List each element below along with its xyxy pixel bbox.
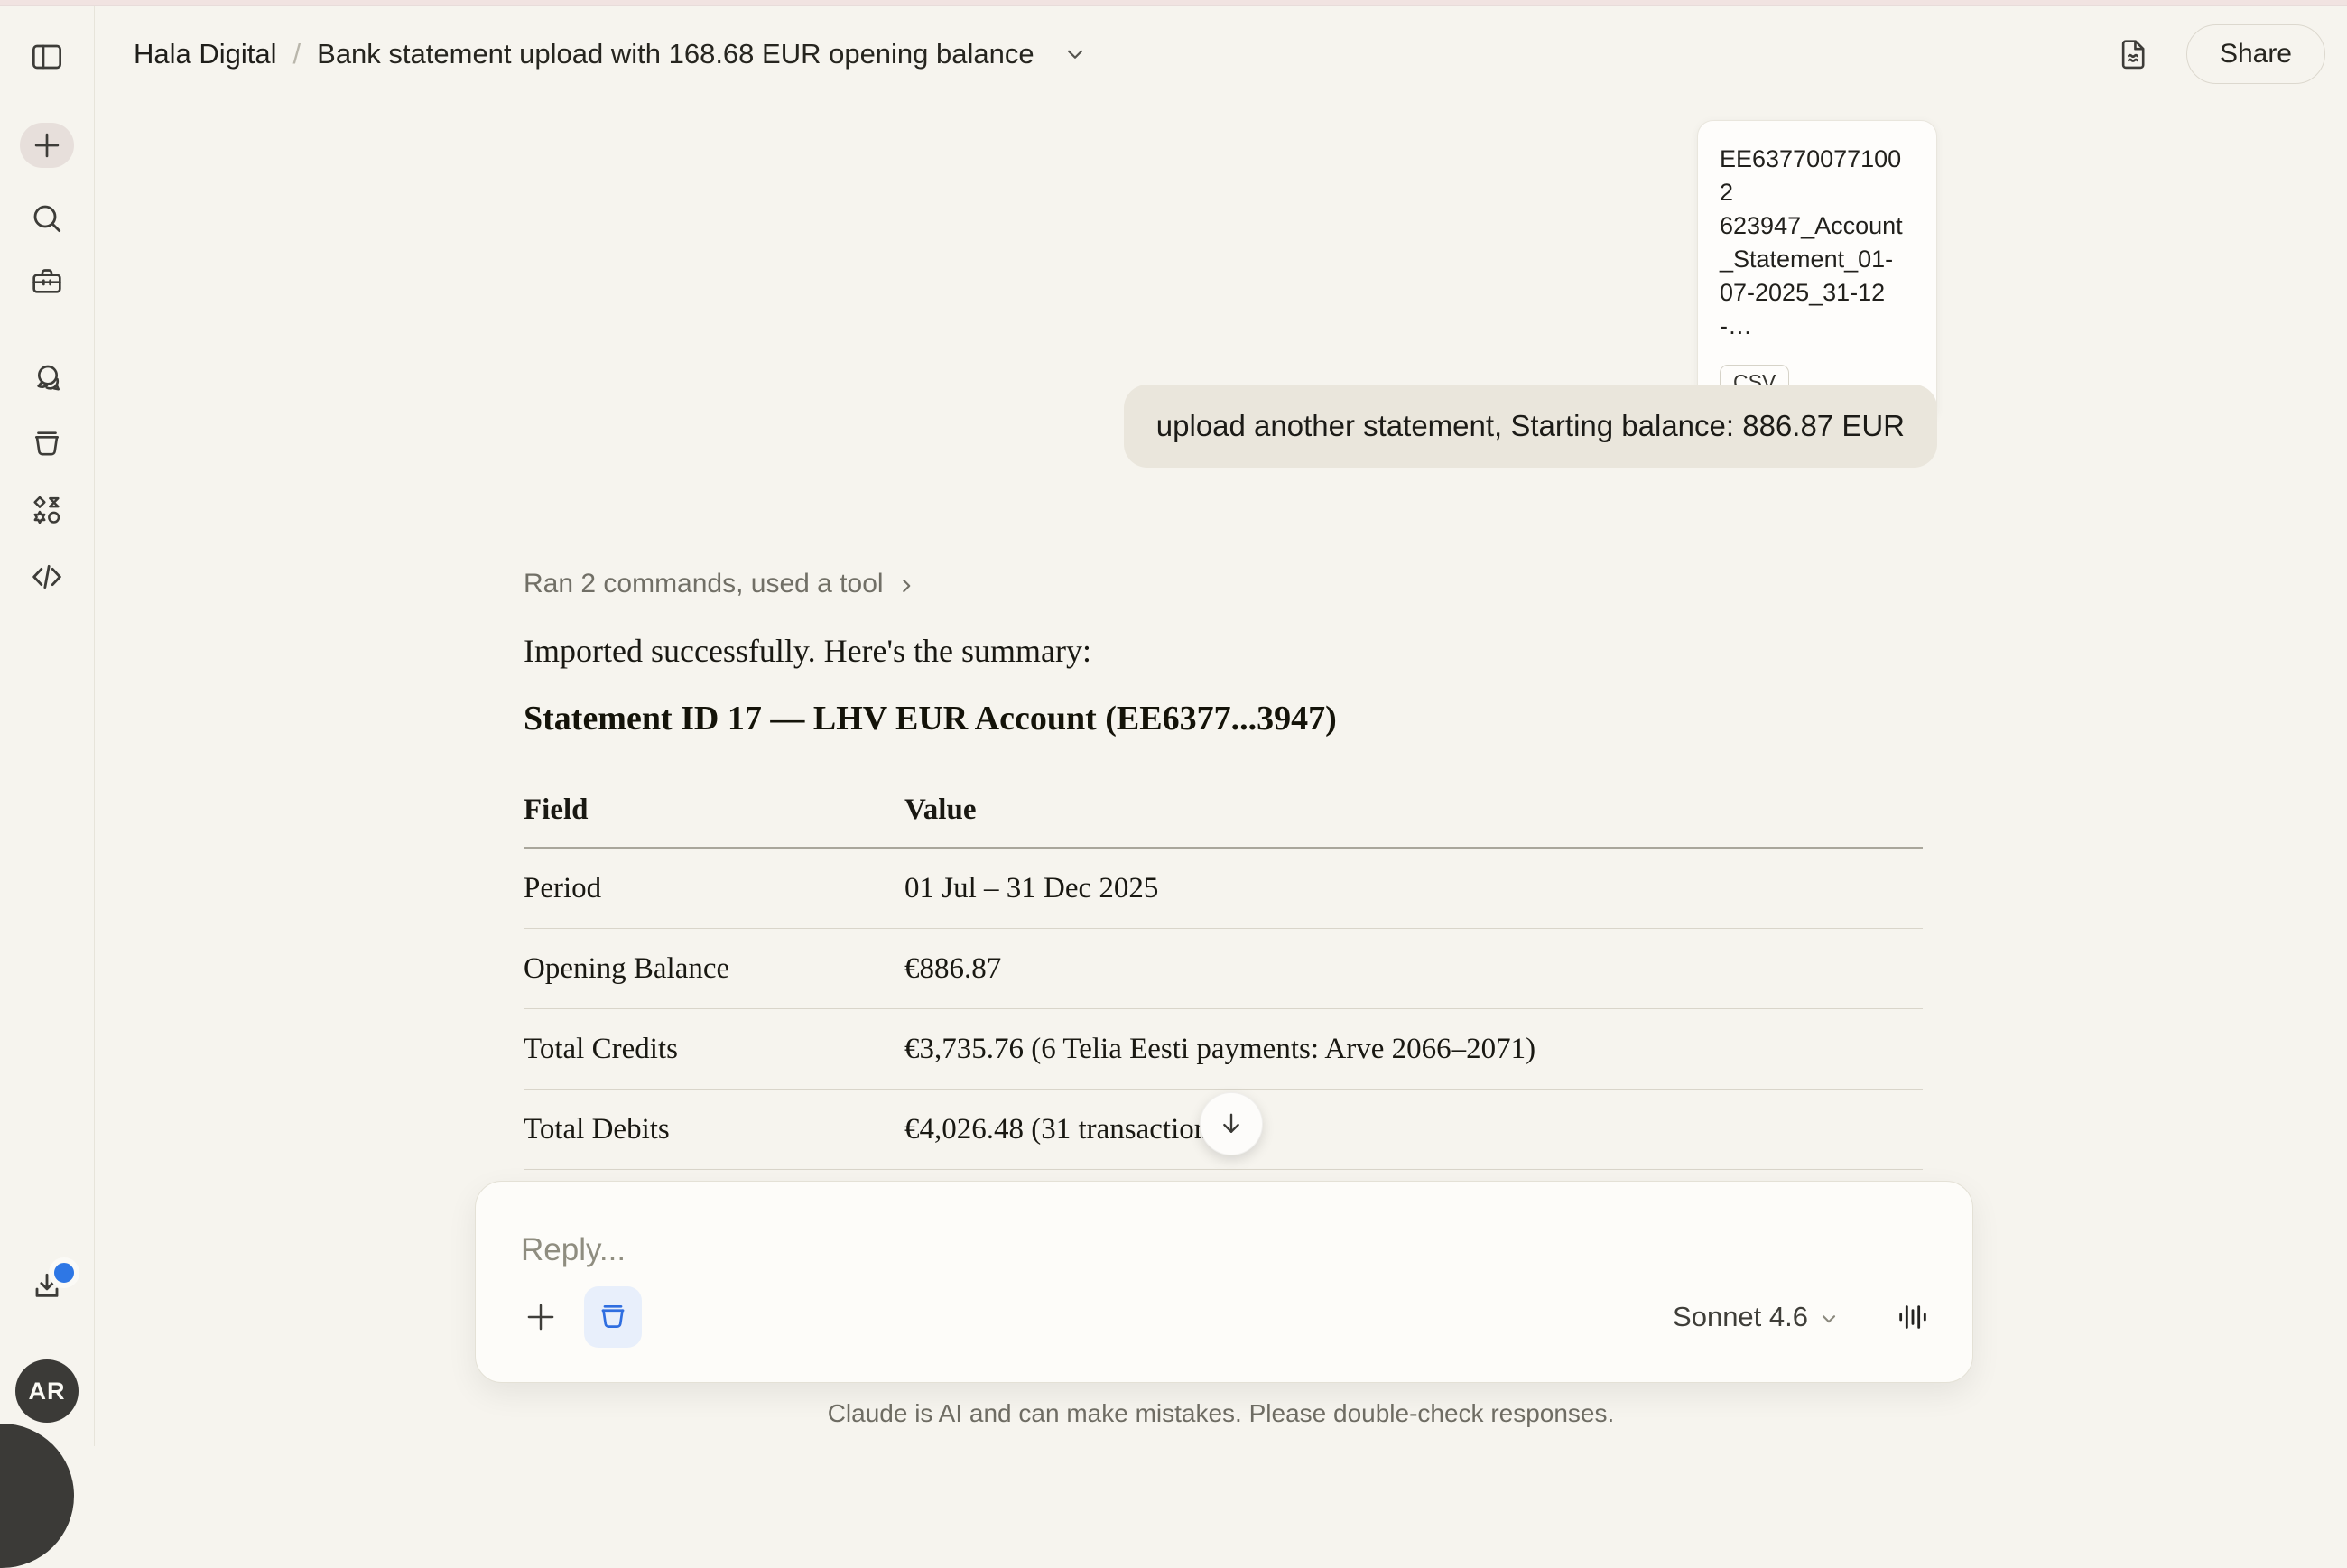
archive-basket-icon[interactable]: [29, 426, 65, 462]
corner-popup-edge: [0, 1424, 74, 1568]
row-value: 01 Jul – 31 Dec 2025: [904, 872, 1923, 905]
app-window: AR Hala Digital / Bank statement upload …: [0, 0, 2347, 1446]
row-value: €4,026.48 (31 transactions): [904, 1113, 1923, 1146]
chevron-right-icon: [895, 574, 918, 598]
row-value: €886.87: [904, 952, 1923, 986]
row-field: Period: [524, 872, 904, 905]
share-label: Share: [2220, 39, 2292, 70]
notification-dot: [49, 1257, 79, 1288]
tool-steps-toggle[interactable]: Ran 2 commands, used a tool: [524, 569, 918, 599]
breadcrumb-separator: /: [293, 38, 301, 70]
user-avatar[interactable]: AR: [15, 1359, 79, 1423]
table-row: Total Credits €3,735.76 (6 Telia Eesti p…: [524, 1009, 1923, 1090]
document-panel-icon[interactable]: [2112, 33, 2154, 75]
ai-disclaimer: Claude is AI and can make mistakes. Plea…: [95, 1399, 2347, 1428]
arrow-down-icon: [1216, 1109, 1247, 1139]
reply-input[interactable]: Reply... Sonnet 4.6: [475, 1181, 1973, 1383]
waveform-icon: [1895, 1299, 1931, 1335]
row-field: Total Credits: [524, 1033, 904, 1066]
scroll-to-bottom-button[interactable]: [1200, 1092, 1263, 1155]
chevron-down-icon: [1817, 1307, 1841, 1331]
window-top-strip: [0, 0, 2347, 6]
statement-heading: Statement ID 17 — LHV EUR Account (EE637…: [524, 699, 1337, 738]
user-message-text: upload another statement, Starting balan…: [1156, 409, 1905, 442]
basket-icon: [596, 1300, 630, 1334]
column-header-value: Value: [904, 793, 1923, 827]
voice-input-button[interactable]: [1893, 1297, 1933, 1337]
composer-toolbar: Sonnet 4.6: [521, 1286, 1933, 1348]
reply-placeholder: Reply...: [521, 1232, 626, 1268]
share-button[interactable]: Share: [2186, 24, 2325, 84]
plus-icon: [30, 128, 64, 162]
new-chat-button[interactable]: [20, 123, 74, 168]
sidebar-toggle-icon[interactable]: [29, 39, 65, 75]
attached-file-name: EE637700771002 623947_Account _Statement…: [1720, 143, 1915, 343]
row-field: Opening Balance: [524, 952, 904, 986]
download-updates-icon[interactable]: [29, 1268, 69, 1308]
user-message-bubble: upload another statement, Starting balan…: [1124, 385, 1937, 468]
plus-icon: [522, 1298, 560, 1336]
assistant-intro-text: Imported successfully. Here's the summar…: [524, 632, 1091, 670]
table-row: Period 01 Jul – 31 Dec 2025: [524, 849, 1923, 929]
chevron-down-icon[interactable]: [1062, 41, 1089, 68]
toolbox-icon[interactable]: [29, 264, 65, 300]
table-header-row: Field Value: [524, 773, 1923, 849]
column-header-field: Field: [524, 793, 904, 827]
row-value: €3,735.76 (6 Telia Eesti payments: Arve …: [904, 1033, 1923, 1066]
search-icon[interactable]: [29, 200, 65, 237]
avatar-initials: AR: [29, 1378, 66, 1406]
sidebar: AR: [0, 6, 95, 1446]
table-row: Opening Balance €886.87: [524, 929, 1923, 1009]
tools-basket-button[interactable]: [584, 1286, 642, 1348]
breadcrumb-project[interactable]: Hala Digital: [134, 38, 277, 70]
chats-icon[interactable]: [29, 361, 65, 397]
attach-button[interactable]: [521, 1297, 561, 1337]
header-actions: Share: [2112, 6, 2325, 102]
shapes-icon[interactable]: [29, 492, 65, 528]
attached-file-card[interactable]: EE637700771002 623947_Account _Statement…: [1697, 120, 1937, 422]
chat-title[interactable]: Bank statement upload with 168.68 EUR op…: [317, 38, 1034, 70]
model-selector[interactable]: Sonnet 4.6: [1673, 1301, 1841, 1333]
code-icon[interactable]: [29, 559, 65, 595]
tool-steps-label: Ran 2 commands, used a tool: [524, 569, 884, 599]
row-field: Total Debits: [524, 1113, 904, 1146]
model-name: Sonnet 4.6: [1673, 1301, 1808, 1333]
breadcrumb: Hala Digital / Bank statement upload wit…: [134, 6, 1089, 102]
